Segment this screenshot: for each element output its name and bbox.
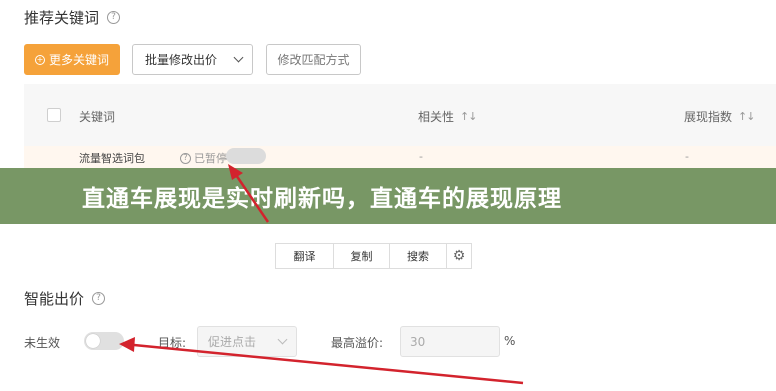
batch-bid-dropdown[interactable]: 批量修改出价: [132, 44, 253, 75]
row-status: ? 已暂停: [180, 150, 227, 166]
modify-match-mode-label: 修改匹配方式: [277, 53, 350, 67]
batch-bid-label: 批量修改出价: [145, 53, 218, 67]
column-keyword-label: 关键词: [79, 110, 116, 124]
question-circle-icon[interactable]: ?: [92, 292, 106, 305]
question-circle-icon[interactable]: ?: [180, 152, 191, 164]
target-select-value: 促进点击: [208, 335, 257, 349]
toggle-knob: [86, 334, 100, 348]
select-all-checkbox[interactable]: [47, 108, 61, 122]
smart-bid-title: 智能出价: [24, 290, 85, 308]
sort-icon[interactable]: ↑↓: [738, 110, 755, 123]
search-button[interactable]: 搜索: [390, 244, 447, 268]
translate-button[interactable]: 翻译: [276, 244, 334, 268]
max-premium-placeholder: 30: [410, 334, 426, 349]
column-relevance[interactable]: 相关性 ↑↓: [418, 108, 477, 125]
modify-match-mode-button[interactable]: 修改匹配方式: [266, 44, 361, 75]
target-label: 目标:: [158, 336, 187, 350]
recommend-keywords-title: 推荐关键词: [24, 9, 100, 27]
max-premium-label: 最高溢价:: [331, 336, 384, 350]
plus-circle-icon: +: [34, 54, 45, 65]
more-keywords-label: 更多关键词: [48, 53, 109, 67]
row-relevance-value: -: [419, 150, 423, 163]
table-row: 流量智选词包 ? 已暂停 - -: [24, 146, 776, 168]
max-premium-input[interactable]: 30: [400, 326, 500, 357]
column-impression-index[interactable]: 展现指数 ↑↓: [684, 108, 755, 125]
copy-button[interactable]: 复制: [334, 244, 390, 268]
chevron-down-icon: [233, 52, 244, 63]
toolbar-settings[interactable]: ⚙: [447, 244, 471, 268]
selection-toolbar: 翻译 复制 搜索 ⚙: [275, 243, 472, 269]
smart-bid-header: 智能出价 ?: [24, 288, 106, 309]
column-relevance-label: 相关性: [418, 110, 455, 124]
row-impression-value: -: [685, 150, 689, 163]
recommend-keywords-header: 推荐关键词 ?: [24, 7, 121, 28]
smart-bid-toggle[interactable]: [84, 332, 124, 350]
chevron-down-icon: [277, 334, 288, 345]
column-impression-label: 展现指数: [684, 110, 733, 124]
row-toggle-switch[interactable]: [226, 148, 266, 164]
target-select[interactable]: 促进点击: [197, 326, 297, 357]
question-circle-icon[interactable]: ?: [107, 11, 121, 24]
row-status-text: 已暂停: [194, 152, 227, 165]
gear-icon: ⚙: [452, 248, 466, 264]
keyword-table-header: 关键词 相关性 ↑↓ 展现指数 ↑↓: [24, 84, 776, 146]
banner-title: 直通车展现是实时刷新吗，直通车的展现原理: [82, 186, 562, 212]
title-banner: 直通车展现是实时刷新吗，直通车的展现原理: [0, 168, 776, 224]
more-keywords-button[interactable]: + 更多关键词: [24, 44, 120, 75]
smart-bid-status: 未生效: [24, 336, 61, 350]
sort-icon[interactable]: ↑↓: [460, 110, 477, 123]
percent-sign: %: [504, 334, 516, 348]
column-keyword: 关键词: [79, 108, 115, 125]
row-keyword-label: 流量智选词包: [79, 152, 145, 165]
